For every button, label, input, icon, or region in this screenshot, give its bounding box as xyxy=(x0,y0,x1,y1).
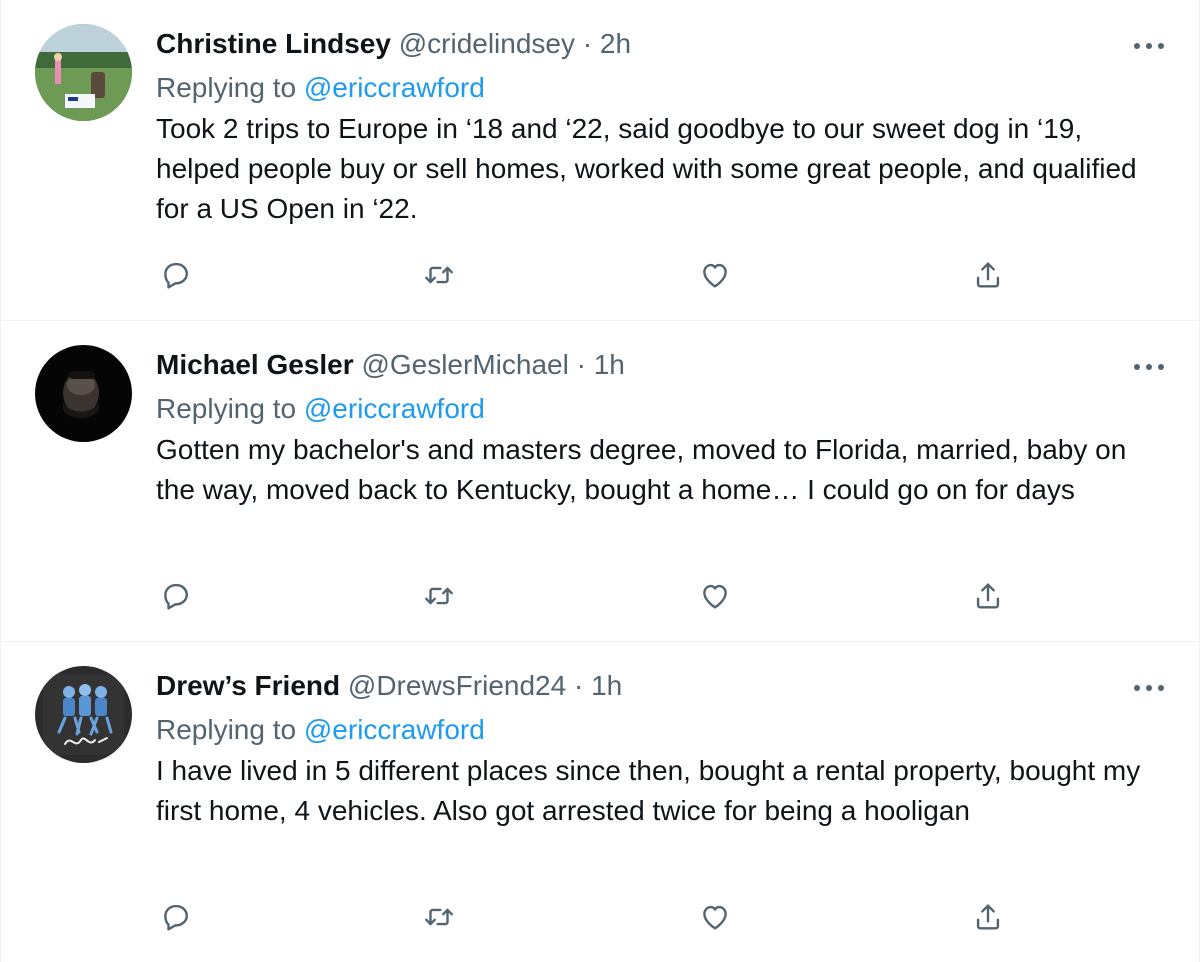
reply-bubble-icon xyxy=(164,262,188,289)
user-handle[interactable]: @cridelindsey xyxy=(399,28,575,59)
reply-button[interactable] xyxy=(156,897,196,937)
reply-bubble-icon xyxy=(164,904,188,931)
tweet-content: Christine Lindsey @cridelindsey · 2h Rep… xyxy=(156,24,1163,229)
like-button[interactable] xyxy=(695,255,735,295)
retweet-button[interactable] xyxy=(419,897,459,937)
user-handle[interactable]: @GeslerMichael xyxy=(361,349,568,380)
tweet-text: I have lived in 5 different places since… xyxy=(156,755,1141,826)
share-button[interactable] xyxy=(968,255,1008,295)
action-bar xyxy=(156,897,1026,937)
tweet[interactable]: Michael Gesler @GeslerMichael · 1h Reply… xyxy=(1,321,1199,642)
share-button[interactable] xyxy=(968,897,1008,937)
replying-to-mention[interactable]: @ericcrawford xyxy=(304,393,485,424)
more-horizontal-icon xyxy=(1134,43,1164,49)
reply-button[interactable] xyxy=(156,576,196,616)
replying-to-line: Replying to @ericcrawford xyxy=(156,710,1163,750)
golf-course-photo xyxy=(35,24,132,121)
more-horizontal-icon xyxy=(1134,364,1164,370)
tweet-header: Michael Gesler @GeslerMichael · 1h xyxy=(156,345,1163,385)
action-bar xyxy=(156,255,1026,295)
separator-dot: · xyxy=(576,349,586,380)
replying-to-line: Replying to @ericcrawford xyxy=(156,68,1163,108)
share-upload-icon xyxy=(976,583,1000,609)
replying-to-label: Replying to xyxy=(156,72,297,103)
retweet-button[interactable] xyxy=(419,576,459,616)
tweet-header: Drew’s Friend @DrewsFriend24 · 1h xyxy=(156,666,1163,706)
like-button[interactable] xyxy=(695,897,735,937)
replying-to-mention[interactable]: @ericcrawford xyxy=(304,714,485,745)
retweet-button[interactable] xyxy=(419,255,459,295)
separator-dot: · xyxy=(573,670,584,701)
share-button[interactable] xyxy=(968,576,1008,616)
heart-icon xyxy=(703,584,727,609)
replying-to-label: Replying to xyxy=(156,714,297,745)
retweet-icon xyxy=(425,266,453,284)
signed-football-art-photo xyxy=(35,666,132,763)
heart-icon xyxy=(703,263,727,288)
tweet-text: Took 2 trips to Europe in ‘18 and ‘22, s… xyxy=(156,113,1137,224)
replying-to-mention[interactable]: @ericcrawford xyxy=(304,72,485,103)
dark-portrait-photo xyxy=(35,345,132,442)
tweet[interactable]: Christine Lindsey @cridelindsey · 2h Rep… xyxy=(1,0,1199,321)
display-name[interactable]: Michael Gesler xyxy=(156,349,354,380)
tweet-content: Michael Gesler @GeslerMichael · 1h Reply… xyxy=(156,345,1163,510)
display-name[interactable]: Drew’s Friend xyxy=(156,670,340,701)
more-button[interactable] xyxy=(1129,357,1169,377)
reply-feed: Christine Lindsey @cridelindsey · 2h Rep… xyxy=(0,0,1200,962)
display-name[interactable]: Christine Lindsey xyxy=(156,28,391,59)
reply-button[interactable] xyxy=(156,255,196,295)
more-button[interactable] xyxy=(1129,678,1169,698)
avatar[interactable] xyxy=(35,345,132,442)
retweet-icon xyxy=(425,908,453,926)
user-handle[interactable]: @DrewsFriend24 xyxy=(348,670,566,701)
tweet-content: Drew’s Friend @DrewsFriend24 · 1h Replyi… xyxy=(156,666,1163,831)
replying-to-label: Replying to xyxy=(156,393,297,424)
avatar[interactable] xyxy=(35,24,132,121)
tweet-header: Christine Lindsey @cridelindsey · 2h xyxy=(156,24,1163,64)
action-bar xyxy=(156,576,1026,616)
like-button[interactable] xyxy=(695,576,735,616)
more-horizontal-icon xyxy=(1134,685,1164,691)
more-button[interactable] xyxy=(1129,36,1169,56)
tweet[interactable]: Drew’s Friend @DrewsFriend24 · 1h Replyi… xyxy=(1,642,1199,962)
share-upload-icon xyxy=(976,904,1000,930)
heart-icon xyxy=(703,905,727,930)
tweet-text: Gotten my bachelor's and masters degree,… xyxy=(156,434,1127,505)
reply-bubble-icon xyxy=(164,583,188,610)
share-upload-icon xyxy=(976,262,1000,288)
separator-dot: · xyxy=(582,28,593,59)
retweet-icon xyxy=(425,587,453,605)
timestamp[interactable]: 1h xyxy=(594,349,625,380)
timestamp[interactable]: 2h xyxy=(600,28,631,59)
avatar[interactable] xyxy=(35,666,132,763)
timestamp[interactable]: 1h xyxy=(591,670,622,701)
replying-to-line: Replying to @ericcrawford xyxy=(156,389,1163,429)
